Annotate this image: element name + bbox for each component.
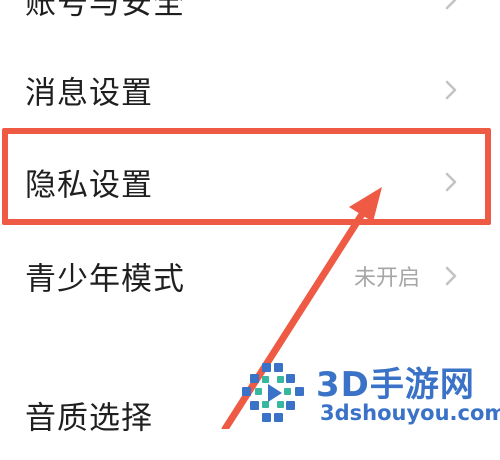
chevron-right-icon <box>440 0 462 11</box>
settings-item-label: 账号与安全 <box>25 0 185 22</box>
settings-screen: 账号与安全 消息设置 隐私设置 青少年模式 未开启 音质选择 3D手游网 3ds… <box>0 0 500 460</box>
settings-item-label: 音质选择 <box>25 400 153 437</box>
settings-item-label: 青少年模式 <box>25 261 185 298</box>
chevron-right-icon <box>440 79 462 101</box>
settings-item-label: 隐私设置 <box>25 167 153 204</box>
settings-item-message-settings[interactable]: 消息设置 <box>0 45 500 135</box>
chevron-right-icon <box>440 265 462 287</box>
settings-item-account-security[interactable]: 账号与安全 <box>0 0 500 45</box>
settings-item-privacy-settings[interactable]: 隐私设置 <box>0 137 500 227</box>
settings-item-teen-mode[interactable]: 青少年模式 未开启 <box>0 231 500 321</box>
settings-item-label: 消息设置 <box>25 75 153 112</box>
chevron-right-icon <box>440 171 462 193</box>
settings-item-audio-quality[interactable]: 音质选择 <box>0 370 500 460</box>
teen-mode-status: 未开启 <box>353 266 420 291</box>
